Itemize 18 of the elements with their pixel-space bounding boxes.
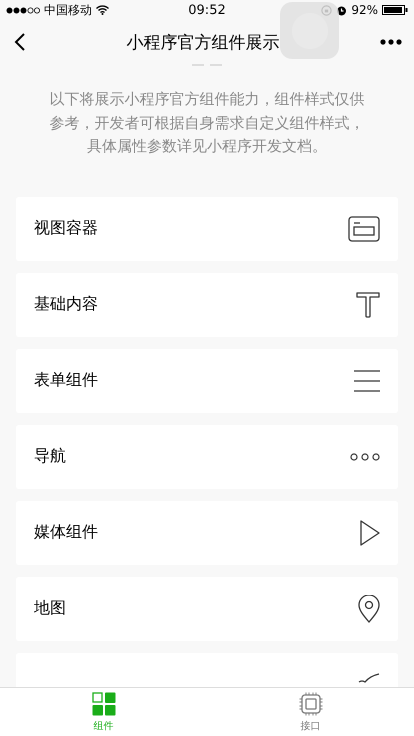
- menu-card[interactable]: 导航: [16, 424, 398, 488]
- menu-label: 视图容器: [34, 218, 98, 239]
- page-title: 小程序官方组件展示: [126, 32, 280, 54]
- carrier: 中国移动: [44, 2, 92, 18]
- menu-card[interactable]: 媒体组件: [16, 500, 398, 564]
- tab[interactable]: 接口: [207, 688, 414, 736]
- menu-label: 媒体组件: [34, 522, 98, 543]
- battery-percent: 92%: [351, 3, 378, 17]
- status-time: 09:52: [188, 2, 226, 18]
- menu-card[interactable]: 视图容器: [16, 196, 398, 260]
- menu-card[interactable]: 基础内容: [16, 272, 398, 336]
- menu-card[interactable]: 表单组件: [16, 348, 398, 412]
- menu-card[interactable]: 地图: [16, 576, 398, 640]
- menu-label: 表单组件: [34, 370, 98, 391]
- menu-label: 地图: [34, 598, 66, 619]
- menu-label: 基础内容: [34, 294, 98, 315]
- menu-label: 导航: [34, 446, 66, 467]
- intro-text: 以下将展示小程序官方组件能力，组件样式仅供参考，开发者可根据自身需求自定义组件样式，具体属性参数详见小程序开发文档。: [48, 89, 366, 157]
